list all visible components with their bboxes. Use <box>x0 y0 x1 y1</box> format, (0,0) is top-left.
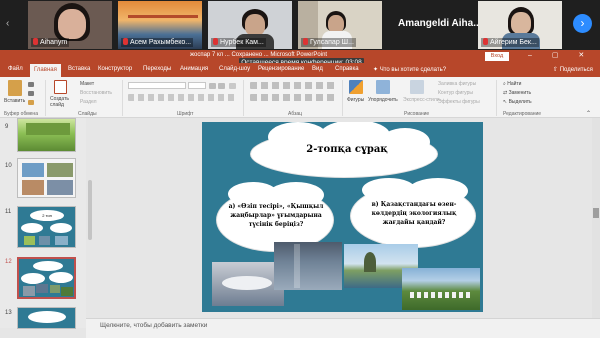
new-slide-button[interactable]: Создать слайд <box>50 96 72 108</box>
tab-design[interactable]: Конструктор <box>98 66 132 72</box>
replace-button[interactable]: ⇄ Заменить <box>503 90 531 96</box>
clear-format-icon[interactable] <box>229 83 236 89</box>
tab-animations[interactable]: Анимация <box>180 66 208 72</box>
participant-name: Асем Рахымбеко... <box>121 38 194 47</box>
share-button[interactable]: ⇧ Поделиться <box>553 66 593 73</box>
participant-tile[interactable]: Асем Рахымбеко... <box>118 1 202 49</box>
window-controls[interactable]: – ▢ ✕ <box>528 51 593 59</box>
slide-thumbnail[interactable]: 2 топ <box>17 206 76 248</box>
collapse-ribbon-icon[interactable]: ⌃ <box>586 110 591 117</box>
tab-help[interactable]: Справка <box>335 66 359 72</box>
chevron-right-icon[interactable]: › <box>573 14 592 33</box>
participant-name: Нурбек Кам... <box>211 38 266 47</box>
tab-insert[interactable]: Вставка <box>68 66 90 72</box>
arrange-icon[interactable] <box>376 80 390 94</box>
font-size-field[interactable] <box>188 82 206 89</box>
group-paragraph-label: Абзац <box>288 111 303 117</box>
thumbnail-number: 9 <box>5 124 9 130</box>
mic-muted-icon <box>123 38 128 45</box>
find-button[interactable]: ⌕ Найти <box>503 81 521 87</box>
slide-scrollbar[interactable] <box>592 118 600 318</box>
thumbnail-number: 13 <box>5 310 12 316</box>
select-button[interactable]: ↖ Выделить <box>503 99 532 105</box>
new-slide-icon[interactable] <box>54 80 67 94</box>
align-buttons[interactable] <box>250 94 336 101</box>
quick-styles-icon[interactable] <box>410 80 424 94</box>
question-a-text: а) «Өзіп тесірі», «Қышқыл жаңбырлар» ұғы… <box>228 203 324 228</box>
slide-thumbnail[interactable] <box>17 158 76 198</box>
slide-scrollbar-thumb[interactable] <box>593 208 599 218</box>
thumbnail-title: 2 топ <box>30 210 64 221</box>
participant-name-large: Amangeldi Aiha... <box>398 18 482 29</box>
thumbnail-number: 10 <box>5 163 12 169</box>
participant-name: Aihanym <box>31 38 70 47</box>
slide-thumbnail[interactable] <box>17 307 76 329</box>
format-painter-icon[interactable] <box>28 100 34 105</box>
participant-name: Айгерим Бек... <box>481 38 539 47</box>
paste-icon[interactable] <box>8 80 22 96</box>
participant-tile[interactable]: Aihanym <box>28 1 112 49</box>
slide-title: 2-топқа сұрақ <box>306 144 388 155</box>
shape-fill-button[interactable]: Заливка фигуры <box>438 81 476 87</box>
layout-button[interactable]: Макет <box>80 81 94 87</box>
thumbnail-scrollbar[interactable] <box>88 180 92 240</box>
mic-muted-icon <box>213 38 218 45</box>
shape-outline-button[interactable]: Контур фигуры <box>438 90 473 96</box>
question-b-text: в) Қазақстандағы өзен-көлдердің экология… <box>371 201 457 226</box>
signin-button[interactable]: Вход <box>485 52 509 61</box>
tab-slideshow[interactable]: Слайд-шоу <box>219 66 250 72</box>
participant-tile[interactable]: Гулсапар Ш... <box>298 1 382 49</box>
group-clipboard-label: Буфер обмена <box>4 111 38 117</box>
group-slides-label: Слайды <box>78 111 97 117</box>
mic-muted-icon <box>303 38 308 45</box>
quick-styles-button[interactable]: Экспресс-стили <box>403 97 440 103</box>
copy-icon[interactable] <box>28 91 34 96</box>
lightbulb-icon: ✦ <box>373 67 380 73</box>
acid-rain-photo <box>274 242 342 290</box>
thumbnail-number: 12 <box>5 259 12 265</box>
share-icon: ⇧ <box>553 67 560 73</box>
shapes-icon[interactable] <box>349 80 363 94</box>
mic-muted-icon <box>483 38 488 45</box>
mic-muted-icon <box>33 38 38 45</box>
slide-thumbnail-selected[interactable] <box>17 257 76 299</box>
participant-name: Гулсапар Ш... <box>301 38 356 47</box>
tab-file[interactable]: Файл <box>8 66 23 72</box>
group-drawing-label: Рисование <box>404 111 430 117</box>
increase-font-icon[interactable] <box>209 83 216 89</box>
reset-button[interactable]: Восстановить <box>80 90 112 96</box>
decrease-font-icon[interactable] <box>218 83 225 89</box>
font-name-field[interactable] <box>128 82 186 89</box>
slide-canvas[interactable]: 2-топқа сұрақ а) «Өзіп тесірі», «Қышқыл … <box>202 122 483 312</box>
tell-me-search[interactable]: ✦ Что вы хотите сделать? <box>373 66 446 73</box>
participant-strip: ‹ Aihanym Асем Рахымбеко... Нурбек Кам..… <box>0 0 600 50</box>
group-font-label: Шрифт <box>177 111 194 117</box>
font-format-buttons[interactable] <box>128 94 236 101</box>
arrange-button[interactable]: Упорядочить <box>368 97 398 103</box>
tab-home[interactable]: Главная <box>30 64 61 77</box>
chevron-left-icon[interactable]: ‹ <box>6 18 9 29</box>
paste-button[interactable]: Вставить <box>4 98 25 104</box>
notes-placeholder[interactable]: Щелкните, чтобы добавить заметки <box>100 322 207 329</box>
tab-transitions[interactable]: Переходы <box>143 66 171 72</box>
tab-view[interactable]: Вид <box>312 66 323 72</box>
tab-review[interactable]: Рецензирование <box>258 66 304 72</box>
participant-tile[interactable]: Айгерим Бек... <box>478 1 562 49</box>
section-button[interactable]: Раздел <box>80 99 97 105</box>
cut-icon[interactable] <box>28 82 34 87</box>
shapes-button[interactable]: Фигуры <box>347 97 364 103</box>
river-photo <box>402 268 480 310</box>
shape-effects-button[interactable]: Эффекты фигуры <box>438 99 480 105</box>
thumbnail-number: 11 <box>5 209 12 215</box>
slide-thumbnail[interactable] <box>17 118 76 152</box>
participant-tile[interactable]: Нурбек Кам... <box>208 1 292 49</box>
group-editing-label: Редактирование <box>503 111 542 117</box>
list-buttons[interactable] <box>250 82 336 89</box>
